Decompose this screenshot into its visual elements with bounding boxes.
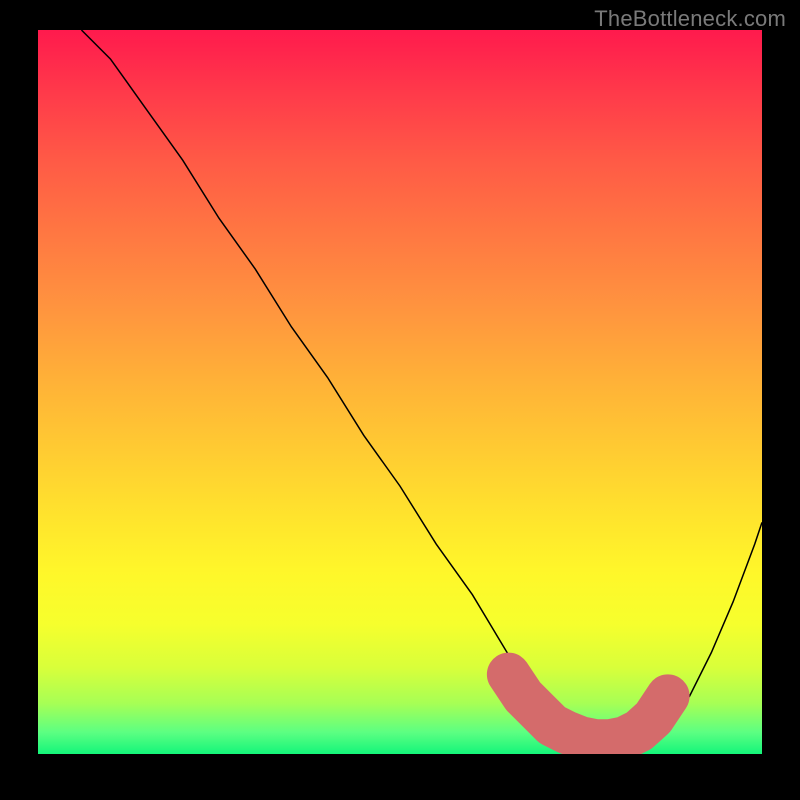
bottleneck-curve-path bbox=[81, 30, 762, 743]
trough-highlight-path bbox=[509, 674, 668, 741]
plot-area bbox=[38, 30, 762, 754]
chart-frame bbox=[38, 30, 762, 754]
watermark-text: TheBottleneck.com bbox=[594, 6, 786, 32]
chart-svg bbox=[38, 30, 762, 754]
